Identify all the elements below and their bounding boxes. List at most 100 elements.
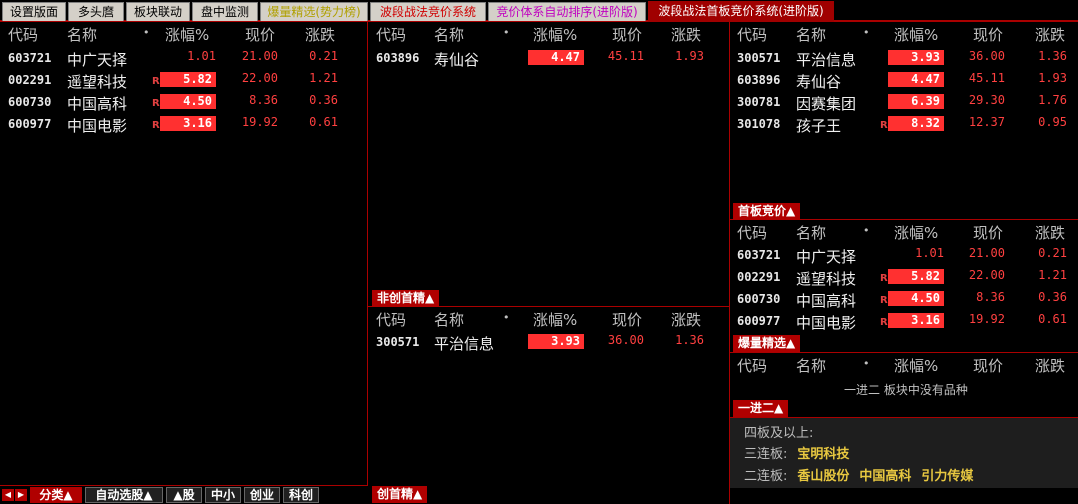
stock-link[interactable]: 引力传媒	[921, 469, 973, 484]
sme-button[interactable]: 中小	[205, 487, 241, 503]
stock-code: 603721	[737, 248, 781, 262]
table-row[interactable]: 002291 遥望科技 R 5.82 22.00 1.21	[0, 68, 340, 91]
auto-select-button[interactable]: 自动选股▲	[85, 487, 163, 503]
stock-name: 遥望科技	[67, 73, 128, 91]
table-row[interactable]: 600730 中国高科 R 4.50 8.36 0.36	[730, 287, 1070, 310]
change-pct: 8.32	[888, 116, 944, 131]
stock-name: 遥望科技	[796, 270, 857, 288]
stock-name: 中国电影	[796, 314, 857, 332]
label-yijin[interactable]: 一进二▲	[733, 400, 789, 417]
table-row[interactable]: 603896 寿仙谷 4.47 45.11 1.93	[368, 46, 708, 69]
col-change: 涨幅%	[533, 311, 578, 329]
table-row[interactable]: 300781 因赛集团 6.39 29.30 1.76	[730, 90, 1070, 113]
current-price: 22.00	[968, 268, 1005, 282]
table-header-right-mid: 代码 名称 • 涨幅% 现价 涨跌	[730, 222, 1078, 242]
stock-code: 603721	[8, 51, 52, 65]
tab-sector-linkage[interactable]: 板块联动	[126, 2, 190, 21]
table-row[interactable]: 600730 中国高科 R 4.50 8.36 0.36	[0, 90, 340, 113]
price-diff: 0.21	[309, 49, 338, 63]
three-board-line: 三连板: 宝明科技	[744, 443, 849, 462]
tab-auction-sort[interactable]: 竞价体系自动排序(进阶版)	[488, 2, 646, 21]
current-price: 22.00	[241, 71, 278, 85]
current-price: 29.30	[968, 93, 1005, 107]
chinext-button[interactable]: 创业	[244, 487, 280, 503]
four-board-line: 四板及以上:	[744, 422, 813, 441]
price-diff: 0.36	[309, 93, 338, 107]
stock-name: 平治信息	[434, 335, 495, 353]
col-dot: •	[503, 311, 510, 324]
tab-volume-picks[interactable]: 爆量精选(势力榜)	[260, 2, 368, 21]
table-row[interactable]: 603721 中广天择 1.01 21.00 0.21	[730, 243, 1070, 266]
scroll-right-icon[interactable]: ▶	[15, 489, 27, 501]
change-pct: 3.16	[160, 116, 216, 131]
scroll-left-icon[interactable]: ◀	[2, 489, 14, 501]
star-market-button[interactable]: 科创	[283, 487, 319, 503]
divider-right-2	[730, 352, 1078, 353]
change-pct: 1.01	[915, 246, 944, 260]
stock-link[interactable]: 宝明科技	[797, 447, 849, 462]
label-non-chuang-first[interactable]: 非创首精▲	[372, 290, 440, 307]
change-pct: 3.93	[528, 334, 584, 349]
stock-code: 301078	[737, 117, 781, 131]
margin-flag: R	[880, 317, 888, 328]
price-diff: 1.76	[1038, 93, 1067, 107]
change-pct: 4.47	[888, 72, 944, 87]
current-price: 36.00	[968, 49, 1005, 63]
bottom-category-bar: ◀ ▶ 分类▲ 自动选股▲ ▲股 中小 创业 科创	[0, 485, 368, 504]
col-dot: •	[143, 26, 150, 39]
current-price: 45.11	[607, 49, 644, 63]
col-price: 现价	[245, 26, 276, 44]
col-dot: •	[503, 26, 510, 39]
label-volume-picks[interactable]: 爆量精选▲	[733, 335, 801, 352]
table-row[interactable]: 603721 中广天择 1.01 21.00 0.21	[0, 46, 340, 69]
tab-duotou[interactable]: 多头麿	[68, 2, 124, 21]
change-pct: 6.39	[888, 94, 944, 109]
tab-band-auction[interactable]: 波段战法竞价系统	[370, 2, 486, 21]
tab-layout-settings[interactable]: 设置版面	[2, 2, 66, 21]
current-price: 21.00	[241, 49, 278, 63]
table-row[interactable]: 603896 寿仙谷 4.47 45.11 1.93	[730, 68, 1070, 91]
table-row[interactable]: 002291 遥望科技 R 5.82 22.00 1.21	[730, 265, 1070, 288]
col-code: 代码	[8, 26, 39, 44]
table-row[interactable]: 301078 孩子王 R 8.32 12.37 0.95	[730, 112, 1070, 135]
col-code: 代码	[376, 311, 407, 329]
divider-left	[367, 22, 368, 504]
col-name: 名称	[434, 26, 465, 44]
table-row[interactable]: 300571 平治信息 3.93 36.00 1.36	[730, 46, 1070, 69]
stock-code: 600977	[8, 117, 52, 131]
stock-code: 603896	[376, 51, 420, 65]
label-first-board-auction[interactable]: 首板竞价▲	[733, 203, 801, 220]
stock-code: 300571	[737, 51, 781, 65]
stock-name: 寿仙谷	[796, 73, 842, 91]
col-change: 涨幅%	[894, 224, 939, 242]
tab-intraday-monitor[interactable]: 盘中监测	[192, 2, 258, 21]
a-share-button[interactable]: ▲股	[166, 487, 202, 503]
table-row[interactable]: 300571 平治信息 3.93 36.00 1.36	[368, 330, 708, 353]
stock-code: 002291	[8, 73, 52, 87]
category-button[interactable]: 分类▲	[30, 487, 82, 503]
col-change: 涨幅%	[533, 26, 578, 44]
tab-first-board-auction[interactable]: 波段战法首板竞价系统(进阶版)	[648, 1, 834, 22]
stock-link[interactable]: 中国高科	[859, 469, 911, 484]
price-diff: 1.93	[1038, 71, 1067, 85]
tab-bar: 设置版面 多头麿 板块联动 盘中监测 爆量精选(势力榜) 波段战法竞价系统 竞价…	[0, 0, 1078, 22]
stock-link[interactable]: 香山股份	[797, 469, 849, 484]
table-row[interactable]: 600977 中国电影 R 3.16 19.92 0.61	[730, 309, 1070, 332]
margin-flag: R	[152, 76, 160, 87]
stock-code: 300571	[376, 335, 420, 349]
col-name: 名称	[67, 26, 98, 44]
stock-name: 孩子王	[796, 117, 842, 135]
col-code: 代码	[376, 26, 407, 44]
price-diff: 1.36	[1038, 49, 1067, 63]
col-diff: 涨跌	[671, 311, 702, 329]
change-pct: 5.82	[888, 269, 944, 284]
table-row[interactable]: 600977 中国电影 R 3.16 19.92 0.61	[0, 112, 340, 135]
current-price: 12.37	[968, 115, 1005, 129]
label-chuang-first[interactable]: 创首精▲	[372, 486, 428, 503]
col-change: 涨幅%	[165, 26, 210, 44]
col-price: 现价	[973, 224, 1004, 242]
change-pct: 4.50	[888, 291, 944, 306]
current-price: 8.36	[249, 93, 278, 107]
consecutive-board-panel: 四板及以上: 三连板: 宝明科技 二连板: 香山股份 中国高科 引力传媒	[730, 418, 1078, 488]
change-pct: 4.47	[528, 50, 584, 65]
